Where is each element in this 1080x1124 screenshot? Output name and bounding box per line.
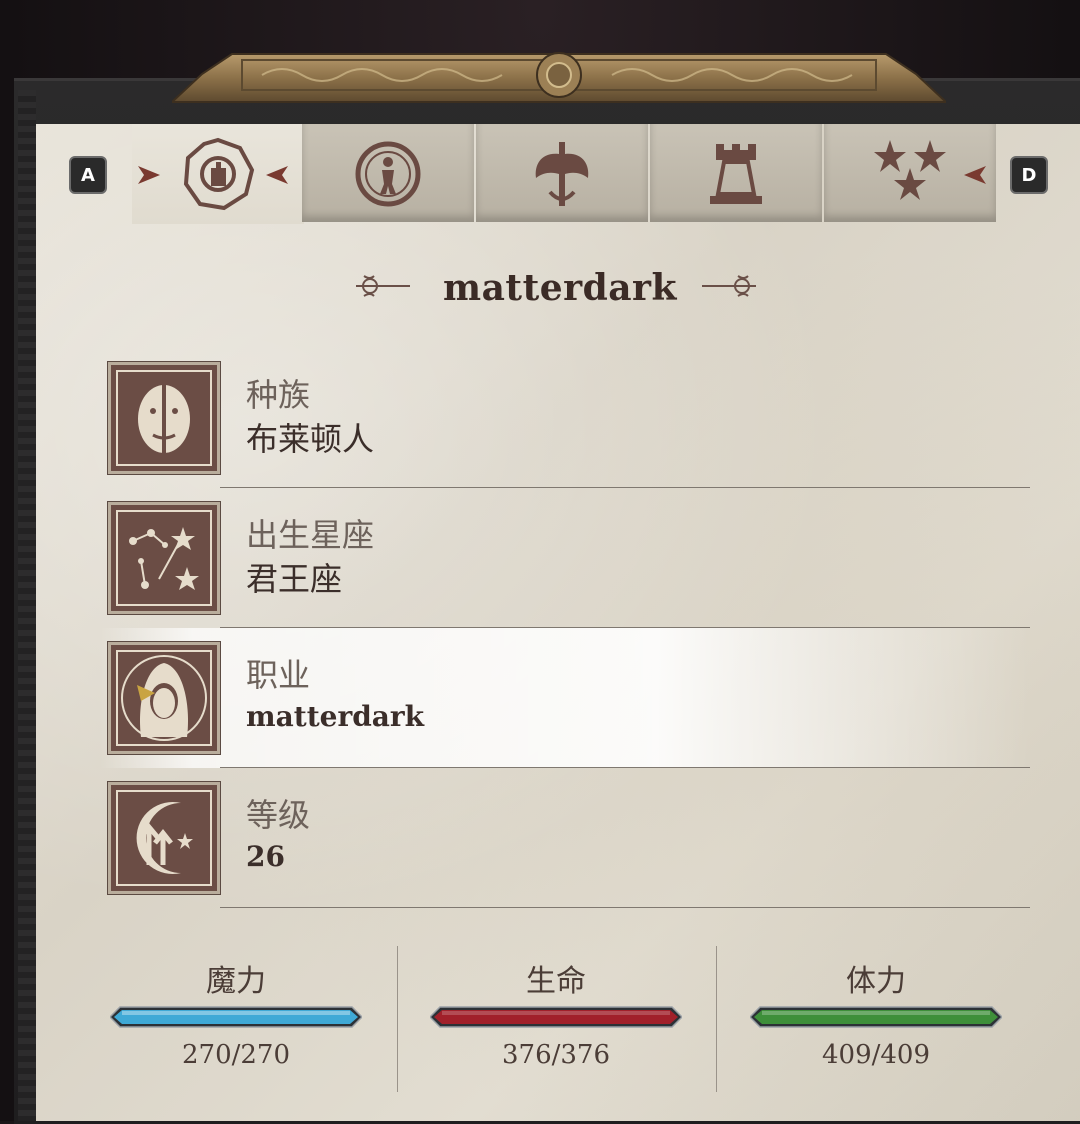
race-badge	[108, 362, 220, 474]
stat-stamina: 体力 409/409	[716, 942, 1036, 1092]
level-up-moon-icon	[116, 790, 212, 886]
stat-magicka: 魔力 270/270	[76, 942, 396, 1092]
health-bar	[430, 1006, 682, 1028]
info-row-class[interactable]: 职业 matterdark	[100, 628, 1030, 768]
row-value: 26	[246, 840, 285, 873]
row-divider	[220, 907, 1030, 908]
tab-inventory[interactable]	[302, 124, 474, 222]
stat-value: 409/409	[821, 1040, 930, 1070]
row-value: 布莱顿人	[246, 420, 375, 458]
top-ornament	[172, 52, 946, 103]
stamina-bar	[750, 1006, 1002, 1028]
flourish-right-icon	[702, 275, 756, 297]
tower-icon	[710, 144, 762, 204]
row-label: 种族	[246, 376, 311, 414]
tab-bar	[36, 124, 1080, 224]
birthsign-badge	[108, 502, 220, 614]
row-label: 出生星座	[246, 516, 375, 554]
row-value: matterdark	[246, 700, 425, 733]
frame-edge	[18, 90, 36, 1121]
constellation-icon	[116, 510, 212, 606]
row-label: 职业	[246, 656, 311, 694]
stat-health: 生命 376/376	[396, 942, 716, 1092]
class-badge	[108, 642, 220, 754]
stat-value: 376/376	[501, 1040, 610, 1070]
stat-value: 270/270	[181, 1040, 290, 1070]
tab-skills[interactable]	[476, 124, 648, 222]
next-tab-key[interactable]: D	[1010, 156, 1048, 194]
hooded-figure-icon	[116, 650, 212, 746]
stat-label: 魔力	[206, 964, 266, 999]
axe-sword-icon	[535, 142, 589, 206]
arrow-left-icon	[266, 166, 288, 184]
arrow-right-icon	[138, 166, 160, 184]
stars-crest-icon	[874, 140, 946, 200]
arrow-left-icon	[964, 166, 986, 184]
character-emblem-icon	[183, 137, 255, 211]
row-value: 君王座	[246, 560, 343, 598]
magicka-bar	[110, 1006, 362, 1028]
info-row-race[interactable]: 种族 布莱顿人	[100, 348, 1030, 488]
info-row-birthsign[interactable]: 出生星座 君王座	[100, 488, 1030, 628]
stats-panel: 魔力 270/270 生命 376/376 体力 409/409	[76, 942, 1036, 1092]
level-badge	[108, 782, 220, 894]
race-face-icon	[116, 370, 212, 466]
stat-label: 生命	[526, 964, 586, 999]
stat-label: 体力	[846, 964, 906, 999]
character-name: matterdark	[443, 267, 677, 309]
row-label: 等级	[246, 796, 311, 834]
prev-tab-key[interactable]: A	[69, 156, 107, 194]
info-row-level[interactable]: 等级 26	[100, 768, 1030, 908]
tab-map[interactable]	[650, 124, 822, 222]
ouroboros-figure-icon	[355, 141, 421, 207]
